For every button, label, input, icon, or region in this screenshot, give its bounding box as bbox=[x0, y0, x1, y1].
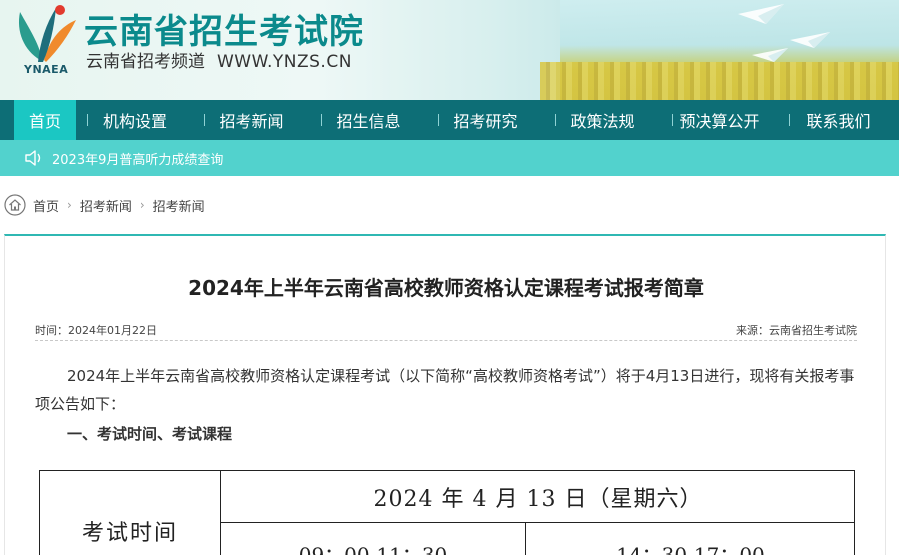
article-meta: 时间：2024年01月22日 来源：云南省招生考试院 bbox=[35, 322, 857, 338]
site-subtitle-text: 云南省招考频道 bbox=[86, 52, 205, 72]
main-nav: 首页 机构设置 招考新闻 招生信息 招考研究 政策法规 预决算公开 联系我们 bbox=[0, 100, 899, 140]
chevron-right-icon: › bbox=[139, 198, 145, 212]
site-title[interactable]: 云南省招生考试院 bbox=[84, 4, 364, 53]
breadcrumb-item[interactable]: 招考新闻 bbox=[153, 196, 205, 215]
schedule-table: 考试时间 2024 年 4 月 13 日（星期六） 09：00-11：30 14… bbox=[39, 470, 855, 555]
section-heading: 一、考试时间、考试课程 bbox=[67, 425, 233, 443]
notice-link[interactable]: 2023年9月普高听力成绩查询 bbox=[52, 149, 223, 168]
breadcrumb-item[interactable]: 招考新闻 bbox=[80, 196, 132, 215]
nav-item-label: 招生信息 bbox=[336, 112, 401, 131]
article-time: 时间：2024年01月22日 bbox=[35, 324, 157, 337]
article-source: 来源：云南省招生考试院 bbox=[736, 324, 857, 337]
nav-item-policies[interactable]: 政策法规 bbox=[544, 100, 661, 140]
breadcrumb-home[interactable]: 首页 bbox=[33, 196, 59, 215]
nav-item-label: 招考研究 bbox=[453, 112, 518, 131]
schedule-label-cell: 考试时间 bbox=[40, 471, 221, 555]
speaker-icon bbox=[25, 150, 41, 166]
nav-item-label: 联系我们 bbox=[806, 112, 871, 131]
nav-item-organization[interactable]: 机构设置 bbox=[76, 100, 193, 140]
nav-item-label: 首页 bbox=[28, 112, 61, 131]
article-intro: 2024年上半年云南省高校教师资格认定课程考试（以下简称“高校教师资格考试”）将… bbox=[35, 367, 855, 413]
schedule-morning-cell: 09：00-11：30 bbox=[221, 523, 526, 555]
schedule-afternoon-cell: 14：30-17：00 bbox=[616, 543, 765, 555]
meta-divider bbox=[35, 340, 857, 341]
nav-item-research[interactable]: 招考研究 bbox=[427, 100, 544, 140]
logo-caption: YNAEA bbox=[24, 63, 69, 76]
site-subtitle: 云南省招考频道 WWW.YNZS.CN bbox=[86, 47, 352, 72]
paper-plane-icon bbox=[790, 32, 830, 48]
article-title: 2024年上半年云南省高校教师资格认定课程考试报考简章 bbox=[188, 276, 704, 300]
nav-item-label: 机构设置 bbox=[102, 112, 167, 131]
nav-item-label: 预决算公开 bbox=[679, 112, 760, 131]
nav-item-budget[interactable]: 预决算公开 bbox=[661, 100, 778, 140]
paper-plane-icon bbox=[752, 48, 788, 62]
nav-item-home[interactable]: 首页 bbox=[14, 100, 76, 140]
nav-item-enrollment-info[interactable]: 招生信息 bbox=[310, 100, 427, 140]
site-url: WWW.YNZS.CN bbox=[217, 52, 352, 72]
chevron-right-icon: › bbox=[67, 198, 72, 212]
article-container: 2024年上半年云南省高校教师资格认定课程考试报考简章 时间：2024年01月2… bbox=[4, 234, 886, 555]
paper-plane-icon bbox=[738, 4, 784, 24]
nav-item-contact[interactable]: 联系我们 bbox=[778, 100, 899, 140]
nav-item-label: 政策法规 bbox=[570, 112, 635, 131]
notice-bar: 2023年9月普高听力成绩查询 bbox=[0, 140, 899, 176]
home-icon bbox=[4, 194, 26, 216]
banner-field bbox=[540, 62, 899, 100]
breadcrumb: 首页 › 招考新闻 › 招考新闻 bbox=[4, 193, 205, 217]
nav-item-admission-news[interactable]: 招考新闻 bbox=[193, 100, 310, 140]
nav-item-label: 招考新闻 bbox=[219, 112, 284, 131]
schedule-date-cell: 2024 年 4 月 13 日（星期六） bbox=[221, 471, 855, 523]
header-banner: YNAEA 云南省招生考试院 云南省招考频道 WWW.YNZS.CN bbox=[0, 0, 899, 100]
